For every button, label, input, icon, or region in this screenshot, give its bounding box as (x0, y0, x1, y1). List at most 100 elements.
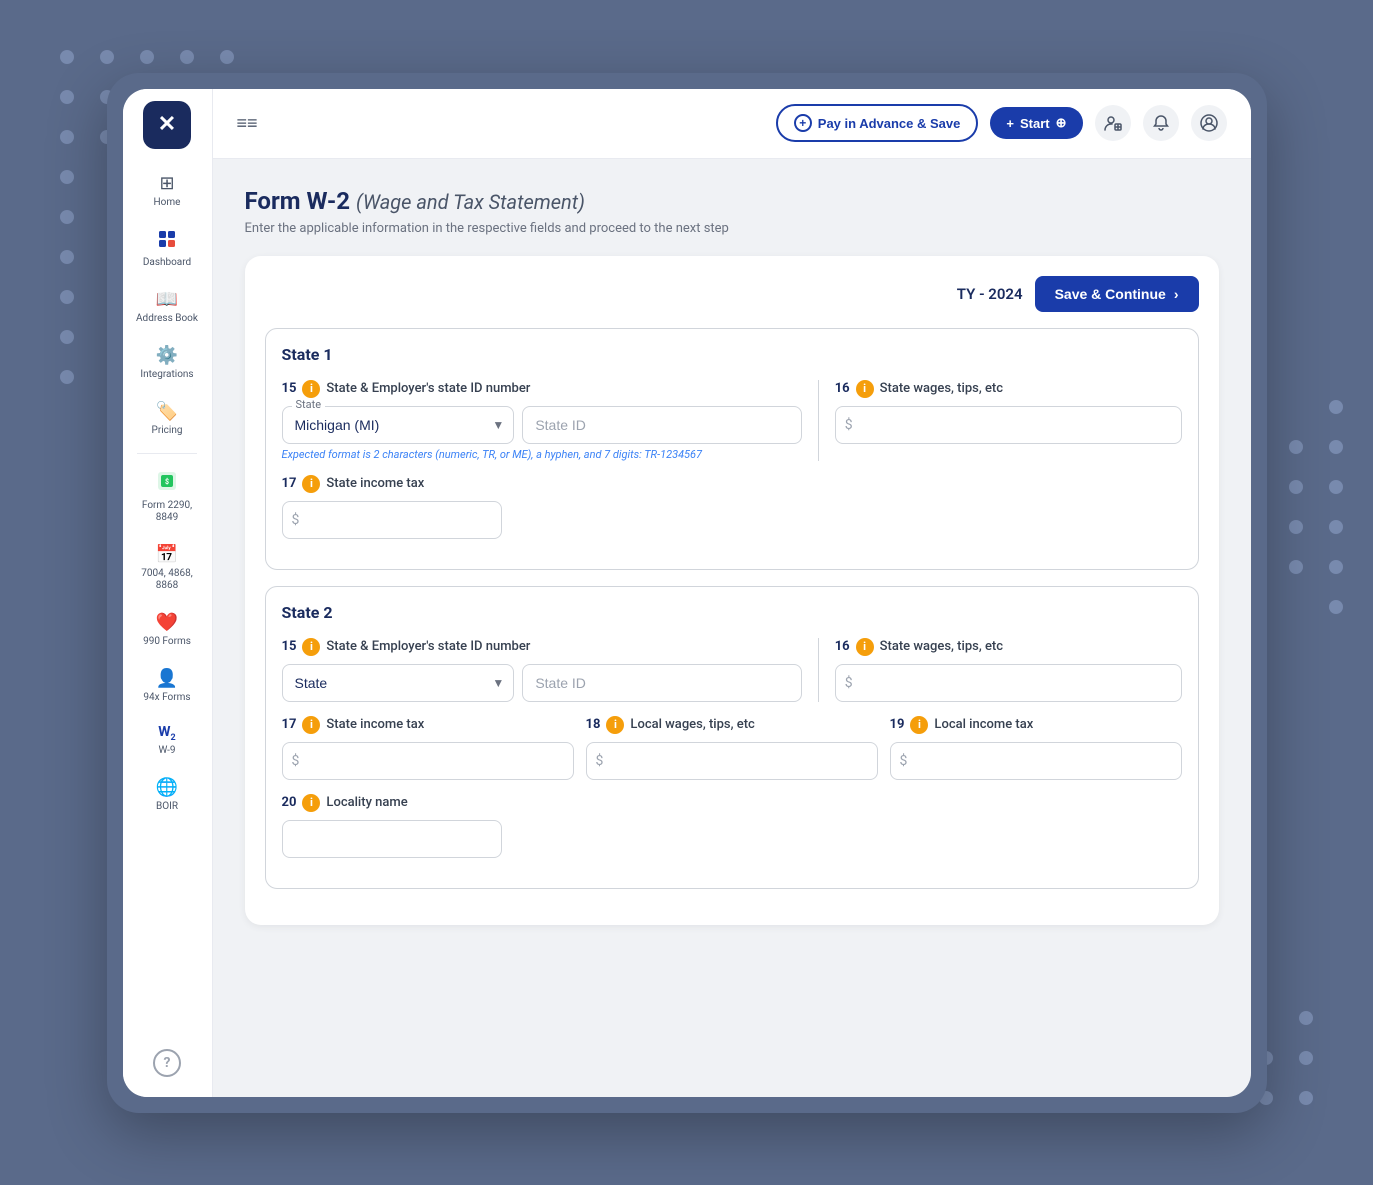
sidebar-item-990forms[interactable]: ❤️ 990 Forms (127, 604, 207, 656)
state2-field20-input[interactable] (282, 820, 502, 858)
tax-year-label: TY - 2024 (957, 285, 1023, 303)
sidebar-item-form2290[interactable]: $ Form 2290, 8849 (127, 462, 207, 532)
contacts-button[interactable] (1095, 105, 1131, 141)
state1-title: State 1 (282, 345, 1182, 364)
state2-field17-dollar-wrapper: $ (282, 742, 574, 780)
boir-icon: 🌐 (156, 777, 178, 798)
state1-field17-input[interactable] (282, 501, 502, 539)
state1-field16-info-icon[interactable]: i (856, 380, 874, 398)
sidebar-item-address-book[interactable]: 📖 Address Book (127, 281, 207, 333)
sidebar-item-pricing[interactable]: 🏷️ Pricing (127, 393, 207, 445)
state2-field16-info-icon[interactable]: i (856, 638, 874, 656)
address-book-icon: 📖 (156, 289, 178, 310)
sidebar-item-home[interactable]: ⊞ Home (127, 165, 207, 217)
form7004-icon: 📅 (156, 544, 178, 565)
sidebar-item-integrations[interactable]: ⚙️ Integrations (127, 337, 207, 389)
state1-stateid-input[interactable] (522, 406, 801, 444)
sidebar-divider-1 (137, 453, 197, 454)
start-circle-icon: ⊕ (1056, 115, 1067, 131)
state2-state-select[interactable]: State Michigan (MI) Alabama (AL) Califor… (282, 664, 515, 702)
form94x-icon: 👤 (156, 668, 178, 689)
save-continue-button[interactable]: Save & Continue › (1035, 276, 1199, 312)
state1-vertical-divider (818, 380, 819, 461)
sidebar-item-boir[interactable]: 🌐 BOIR (127, 769, 207, 821)
home-icon: ⊞ (159, 173, 174, 194)
state2-field16-input[interactable] (835, 664, 1182, 702)
topbar-right: + Pay in Advance & Save + Start ⊕ (776, 104, 1227, 142)
state2-field19-input[interactable] (890, 742, 1182, 780)
state1-field15-label: State & Employer's state ID number (326, 381, 530, 396)
pay-advance-button[interactable]: + Pay in Advance & Save (776, 104, 979, 142)
state1-field16-group: 16 i State wages, tips, etc $ (835, 380, 1182, 444)
start-plus-icon: + (1006, 116, 1014, 131)
state2-field17-dollar-sign: $ (292, 753, 300, 769)
state1-field15-info-icon[interactable]: i (302, 380, 320, 398)
state1-section: State 1 15 i State & Employer's state ID… (265, 328, 1199, 570)
save-continue-arrow: › (1174, 286, 1179, 302)
state2-field18-group: 18 i Local wages, tips, etc $ (586, 716, 878, 780)
page-content: Form W-2 (Wage and Tax Statement) Enter … (213, 159, 1251, 1097)
state1-field16-input[interactable] (835, 406, 1182, 444)
state1-field15-group: 15 i State & Employer's state ID number … (282, 380, 802, 461)
state2-field19-info-icon[interactable]: i (910, 716, 928, 734)
state2-field20-row: 20 i Locality name (282, 794, 1182, 858)
state2-field17-label: State income tax (326, 717, 424, 732)
state2-fields-17-18-19-row: 17 i State income tax $ (282, 716, 1182, 780)
state1-state-dropdown-wrapper: State Michigan (MI) Alabama (AL) Alaska … (282, 406, 515, 444)
state2-field17-num: 17 (282, 717, 297, 732)
state1-field17-label: State income tax (326, 476, 424, 491)
state2-field16-label: State wages, tips, etc (880, 639, 1003, 654)
state2-field19-label-row: 19 i Local income tax (890, 716, 1182, 734)
state2-field17-info-icon[interactable]: i (302, 716, 320, 734)
sidebar-item-dashboard[interactable]: Dashboard (127, 221, 207, 277)
state2-field15-info-icon[interactable]: i (302, 638, 320, 656)
user-profile-button[interactable] (1191, 105, 1227, 141)
pay-advance-label: Pay in Advance & Save (818, 116, 961, 131)
state2-field16-group: 16 i State wages, tips, etc $ (835, 638, 1182, 702)
dashboard-icon (157, 229, 177, 254)
notifications-button[interactable] (1143, 105, 1179, 141)
state2-field16-num: 16 (835, 639, 850, 654)
state2-vertical-divider (818, 638, 819, 702)
state1-field15-label-row: 15 i State & Employer's state ID number (282, 380, 802, 398)
state2-stateid-wrapper (522, 664, 801, 702)
sidebar-boir-label: BOIR (156, 801, 178, 813)
state1-field16-dollar-wrapper: $ (835, 406, 1182, 444)
form-card-header: TY - 2024 Save & Continue › (265, 276, 1199, 312)
page-title: Form W-2 (Wage and Tax Statement) (245, 187, 1219, 215)
state2-field15-label-row: 15 i State & Employer's state ID number (282, 638, 802, 656)
state1-field17-info-icon[interactable]: i (302, 475, 320, 493)
menu-toggle-icon[interactable]: ≡≡ (237, 113, 258, 134)
svg-text:$: $ (165, 478, 169, 486)
state2-field18-input[interactable] (586, 742, 878, 780)
state2-field19-dollar-sign: $ (900, 753, 908, 769)
start-button[interactable]: + Start ⊕ (990, 107, 1082, 139)
state2-field18-dollar-wrapper: $ (586, 742, 878, 780)
sidebar-form2290-label: Form 2290, 8849 (133, 500, 201, 524)
sidebar-94x-label: 94x Forms (143, 692, 190, 704)
sidebar-item-7004[interactable]: 📅 7004, 4868, 8868 (127, 536, 207, 600)
state1-field17-label-row: 17 i State income tax (282, 475, 502, 493)
state2-field18-info-icon[interactable]: i (606, 716, 624, 734)
state1-state-select[interactable]: Michigan (MI) Alabama (AL) Alaska (AK) C… (282, 406, 515, 444)
state1-field17-dollar-wrapper: $ (282, 501, 502, 539)
form2290-icon: $ (156, 470, 178, 497)
state1-field16-label-row: 16 i State wages, tips, etc (835, 380, 1182, 398)
state2-stateid-input[interactable] (522, 664, 801, 702)
sidebar-integrations-label: Integrations (140, 369, 193, 381)
app-logo[interactable]: ✕ (143, 101, 191, 149)
start-label: Start (1020, 116, 1050, 131)
sidebar: ✕ ⊞ Home Dashboard 📖 Address (123, 89, 213, 1097)
save-continue-label: Save & Continue (1055, 286, 1166, 302)
state2-field20-group: 20 i Locality name (282, 794, 502, 858)
sidebar-item-94x[interactable]: 👤 94x Forms (127, 660, 207, 712)
state2-title: State 2 (282, 603, 1182, 622)
state2-field16-label-row: 16 i State wages, tips, etc (835, 638, 1182, 656)
state2-field20-info-icon[interactable]: i (302, 794, 320, 812)
form-subtitle: Enter the applicable information in the … (245, 221, 1219, 236)
main-content: ≡≡ + Pay in Advance & Save + Start ⊕ (213, 89, 1251, 1097)
pay-advance-plus-icon: + (794, 114, 812, 132)
sidebar-item-w9[interactable]: W2 W-9 (127, 716, 207, 766)
state2-field17-input[interactable] (282, 742, 574, 780)
sidebar-help[interactable]: ? (145, 1041, 189, 1085)
